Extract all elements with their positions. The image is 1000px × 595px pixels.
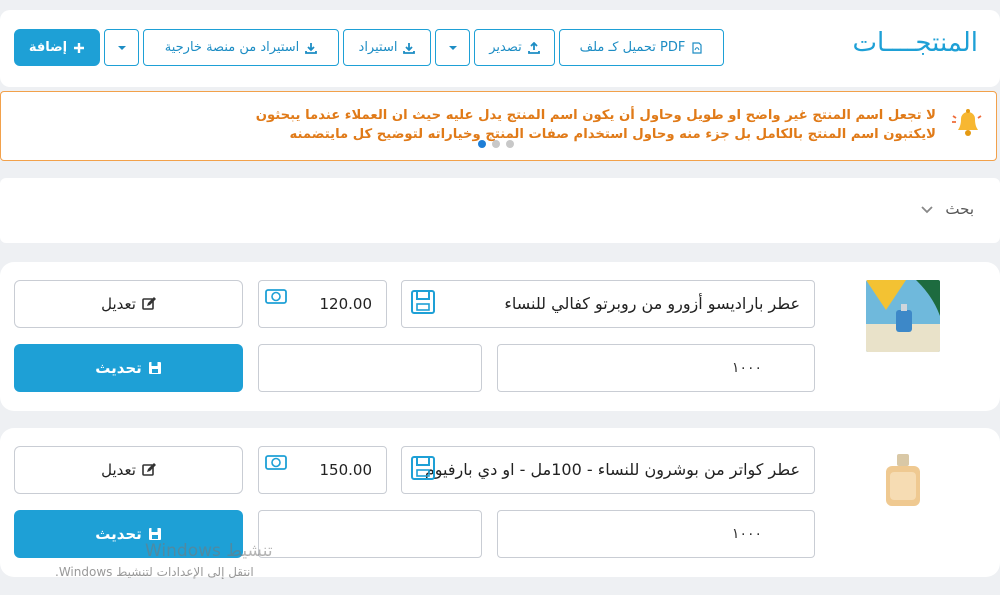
export-options-button[interactable] bbox=[435, 29, 470, 66]
download-icon bbox=[305, 42, 318, 54]
slide-dot[interactable] bbox=[492, 140, 500, 148]
money-icon bbox=[265, 289, 287, 304]
export-label: تصدير bbox=[489, 40, 522, 55]
quantity-input[interactable]: ١٠٠٠ bbox=[497, 510, 815, 558]
floppy-icon bbox=[148, 528, 161, 540]
page-title: المنتجــــات bbox=[852, 28, 978, 58]
upload-icon bbox=[527, 41, 540, 54]
update-label: تحديث bbox=[95, 525, 142, 543]
edit-icon bbox=[142, 297, 156, 310]
product-name-input[interactable]: عطر باراديسو أزورو من روبرتو كفالي للنسا… bbox=[401, 280, 815, 328]
product-name: عطر باراديسو أزورو من روبرتو كفالي للنسا… bbox=[504, 294, 800, 313]
more-options-button[interactable] bbox=[104, 29, 139, 66]
search-panel[interactable]: بحث bbox=[0, 178, 1000, 243]
tip-text: لا تجعل اسم المنتج غير واضح او طويل وحاو… bbox=[255, 108, 936, 142]
watermark-title: تنشيط Windows bbox=[145, 541, 273, 561]
edit-label: تعديل bbox=[101, 295, 136, 313]
toolbar: إضافة استيراد من منصة خارجية استيراد تصد… bbox=[14, 29, 724, 67]
price-input[interactable]: 150.00 bbox=[258, 446, 387, 494]
edit-icon bbox=[142, 463, 156, 476]
search-label: بحث bbox=[945, 200, 974, 218]
download-pdf-button[interactable]: تحميل كـ ملف PDF bbox=[559, 29, 724, 66]
product-image-graphic bbox=[866, 446, 940, 518]
product-name-input[interactable]: عطر كواتر من بوشرون للنساء - 100مل - او … bbox=[401, 446, 815, 494]
floppy-icon bbox=[148, 362, 161, 374]
quantity-value: ١٠٠٠ bbox=[731, 360, 762, 376]
quantity-input[interactable]: ١٠٠٠ bbox=[497, 344, 815, 392]
save-icon[interactable] bbox=[410, 455, 436, 481]
slide-indicator bbox=[478, 140, 514, 148]
edit-label: تعديل bbox=[101, 461, 136, 479]
chevron-down-icon[interactable] bbox=[920, 202, 934, 216]
import-external-button[interactable]: استيراد من منصة خارجية bbox=[143, 29, 339, 66]
edit-button[interactable]: تعديل bbox=[14, 280, 243, 328]
pdf-icon bbox=[692, 41, 702, 54]
product-image bbox=[866, 280, 940, 352]
slide-dot[interactable] bbox=[506, 140, 514, 148]
add-button[interactable]: إضافة bbox=[14, 29, 100, 66]
price-value: 150.00 bbox=[319, 461, 373, 479]
import-button[interactable]: استيراد bbox=[343, 29, 431, 66]
watermark-subtitle: انتقل إلى الإعدادات لتنشيط Windows. bbox=[55, 565, 254, 579]
add-label: إضافة bbox=[28, 40, 68, 55]
secondary-input[interactable] bbox=[258, 344, 482, 392]
update-label: تحديث bbox=[95, 359, 142, 377]
secondary-input[interactable] bbox=[258, 510, 482, 558]
export-button[interactable]: تصدير bbox=[474, 29, 555, 66]
price-value: 120.00 bbox=[319, 295, 373, 313]
chevron-down-icon bbox=[448, 45, 457, 50]
tip-banner: لا تجعل اسم المنتج غير واضح او طويل وحاو… bbox=[0, 91, 997, 161]
header-card: المنتجــــات إضافة استيراد من منصة خارجي… bbox=[0, 10, 1000, 87]
import-external-label: استيراد من منصة خارجية bbox=[164, 40, 300, 55]
quantity-value: ١٠٠٠ bbox=[731, 526, 762, 542]
product-image-graphic bbox=[866, 280, 940, 352]
slide-dot[interactable] bbox=[478, 140, 486, 148]
product-name: عطر كواتر من بوشرون للنساء - 100مل - او … bbox=[424, 460, 800, 479]
save-icon[interactable] bbox=[410, 289, 436, 315]
download-pdf-label: تحميل كـ ملف PDF bbox=[579, 40, 686, 55]
edit-button[interactable]: تعديل bbox=[14, 446, 243, 494]
chevron-down-icon bbox=[117, 45, 126, 50]
import-label: استيراد bbox=[358, 40, 398, 55]
plus-icon bbox=[74, 42, 85, 53]
money-icon bbox=[265, 455, 287, 470]
product-card: عطر باراديسو أزورو من روبرتو كفالي للنسا… bbox=[0, 262, 1000, 411]
download-icon bbox=[403, 42, 416, 54]
price-input[interactable]: 120.00 bbox=[258, 280, 387, 328]
product-image bbox=[866, 446, 940, 518]
bell-icon bbox=[952, 109, 982, 136]
update-button[interactable]: تحديث bbox=[14, 344, 243, 392]
